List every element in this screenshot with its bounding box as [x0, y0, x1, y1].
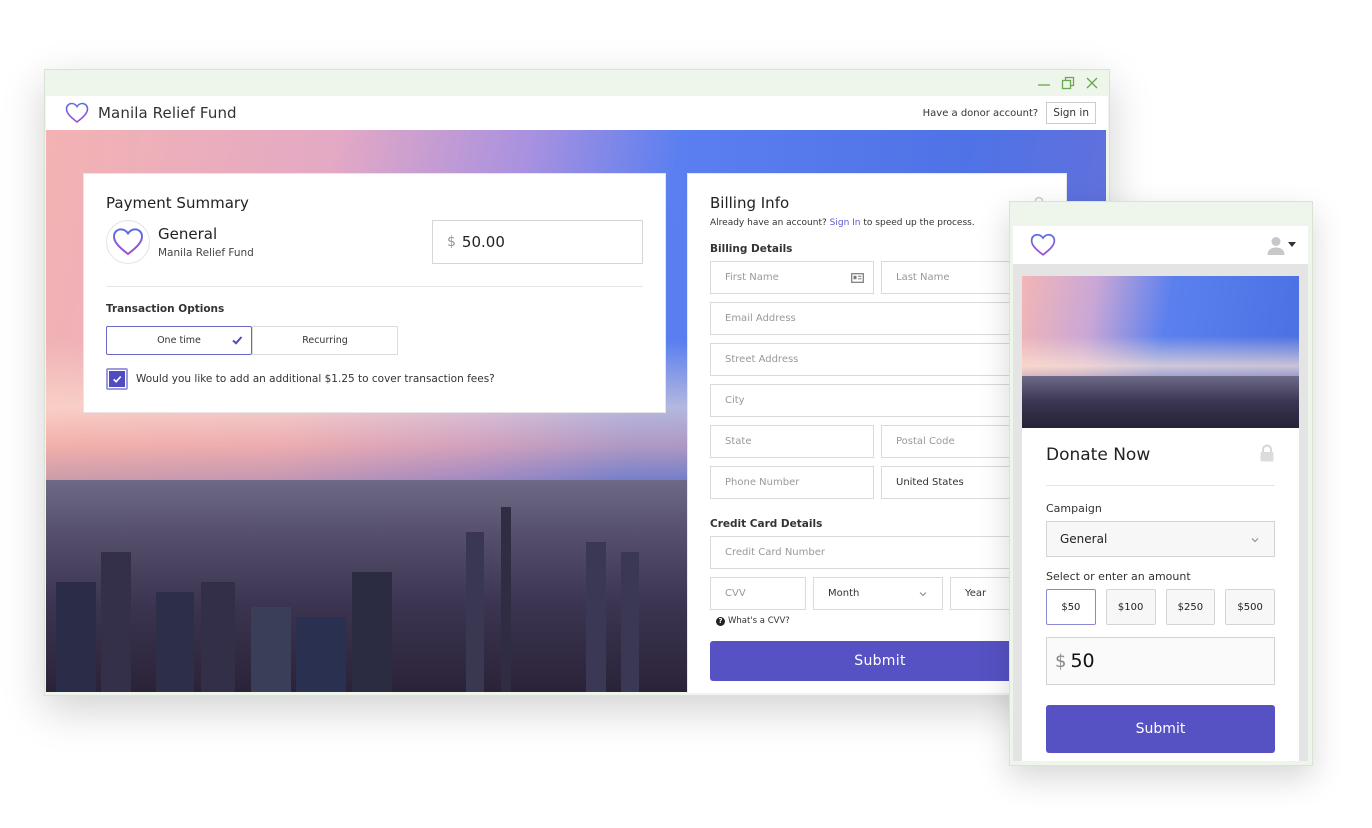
- month-select[interactable]: Month: [813, 577, 943, 610]
- amount-option-50[interactable]: $50: [1046, 589, 1096, 625]
- campaign-label: Campaign: [1046, 502, 1102, 515]
- app-title: Manila Relief Fund: [98, 104, 237, 122]
- close-button[interactable]: [1085, 76, 1099, 90]
- restore-icon: [1061, 76, 1075, 90]
- mobile-body: Donate Now Campaign General Select or en…: [1013, 264, 1308, 761]
- currency-symbol: $: [447, 234, 456, 250]
- donor-account-prompt: Have a donor account?: [922, 107, 1039, 119]
- minimize-button[interactable]: [1037, 76, 1051, 90]
- amount-options: $50 $100 $250 $500: [1046, 589, 1275, 625]
- email-field[interactable]: Email Address: [710, 302, 1050, 335]
- mobile-window: Donate Now Campaign General Select or en…: [1009, 201, 1313, 766]
- amount-option-100[interactable]: $100: [1105, 589, 1156, 625]
- chevron-down-icon: [919, 592, 927, 597]
- campaign-logo: [106, 220, 150, 264]
- submit-button[interactable]: Submit: [710, 641, 1050, 681]
- city-field[interactable]: City: [710, 384, 1050, 417]
- option-one-time[interactable]: One time: [106, 326, 252, 355]
- check-icon: [232, 336, 243, 345]
- donate-now-title: Donate Now: [1046, 445, 1151, 465]
- app-header: Manila Relief Fund Have a donor account?…: [46, 96, 1108, 130]
- minimize-icon: [1038, 84, 1050, 86]
- mobile-hero-image: [1022, 276, 1299, 428]
- divider: [1046, 485, 1275, 486]
- close-icon: [1086, 77, 1098, 89]
- campaign-org: Manila Relief Fund: [158, 247, 254, 259]
- campaign-name: General: [158, 225, 218, 243]
- currency-symbol: $: [1055, 650, 1067, 672]
- state-field[interactable]: State: [710, 425, 874, 458]
- checkmark-icon: [113, 375, 122, 383]
- sign-in-button[interactable]: Sign in: [1046, 102, 1096, 124]
- mobile-submit-button[interactable]: Submit: [1046, 705, 1275, 753]
- phone-field[interactable]: Phone Number: [710, 466, 874, 499]
- heart-logo-icon: [1030, 233, 1056, 256]
- option-label: Recurring: [302, 335, 348, 346]
- first-name-field[interactable]: First Name: [710, 261, 874, 294]
- street-address-field[interactable]: Street Address: [710, 343, 1050, 376]
- desktop-window: Manila Relief Fund Have a donor account?…: [44, 69, 1110, 696]
- donate-card: Donate Now Campaign General Select or en…: [1022, 276, 1299, 761]
- cover-fees-checkbox[interactable]: [106, 368, 128, 390]
- payment-summary-title: Payment Summary: [106, 194, 249, 212]
- credit-card-number-field[interactable]: Credit Card Number: [710, 536, 1050, 569]
- option-label: One time: [157, 335, 201, 346]
- transaction-type-toggle: One time Recurring: [106, 326, 398, 355]
- mobile-header: [1013, 226, 1308, 264]
- campaign-select[interactable]: General: [1046, 521, 1275, 557]
- sign-in-link[interactable]: Sign In: [830, 218, 861, 228]
- heart-icon: [112, 228, 144, 256]
- lock-icon: [1260, 444, 1274, 462]
- option-recurring[interactable]: Recurring: [252, 326, 398, 355]
- user-icon: [1267, 237, 1285, 255]
- restore-button[interactable]: [1061, 76, 1075, 90]
- question-icon: ?: [716, 616, 725, 626]
- cvv-field[interactable]: CVV: [710, 577, 806, 610]
- payment-summary-card: Payment Summary General Manila Relief Fu…: [83, 173, 666, 413]
- divider: [106, 286, 643, 287]
- id-card-icon: [851, 273, 864, 283]
- amount-label: Select or enter an amount: [1046, 570, 1191, 583]
- amount-value: 50.00: [461, 233, 505, 251]
- amount-input[interactable]: $ 50.00: [432, 220, 643, 264]
- cover-fees-label: Would you like to add an additional $1.2…: [136, 373, 495, 385]
- window-controls: [1037, 76, 1099, 90]
- caret-down-icon: [1288, 242, 1296, 247]
- amount-option-500[interactable]: $500: [1225, 589, 1275, 625]
- user-menu[interactable]: [1266, 235, 1296, 255]
- amount-value: 50: [1070, 650, 1095, 672]
- amount-option-250[interactable]: $250: [1165, 589, 1216, 625]
- heart-logo-icon: [65, 102, 89, 124]
- transaction-options-label: Transaction Options: [106, 303, 225, 315]
- chevron-down-icon: [1251, 538, 1259, 543]
- custom-amount-input[interactable]: $ 50: [1046, 637, 1275, 685]
